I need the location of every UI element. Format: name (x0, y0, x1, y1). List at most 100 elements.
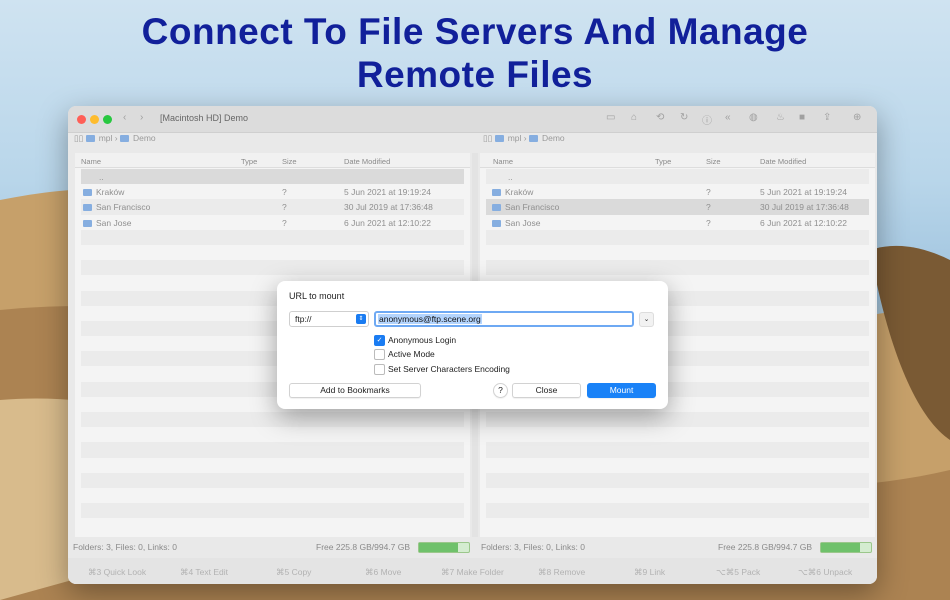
fn-move-button[interactable]: ⌘6 Move (365, 567, 401, 578)
empty-row (81, 472, 464, 488)
file-name: Kraków (505, 187, 534, 198)
fn-remove-button[interactable]: ⌘8 Remove (538, 567, 585, 578)
col-type[interactable]: Type (655, 157, 671, 166)
col-type[interactable]: Type (241, 157, 257, 166)
monitor-icon[interactable]: ▭ (606, 112, 615, 123)
flame-icon[interactable]: ♨ (776, 112, 785, 123)
minimize-window-button[interactable] (90, 115, 99, 124)
col-date[interactable]: Date Modified (344, 157, 390, 166)
folder-icon (492, 219, 501, 227)
path-segment[interactable]: mpl (508, 133, 522, 143)
fn-copy-button[interactable]: ⌘5 Copy (276, 567, 311, 578)
fn-pack-button[interactable]: ⌥⌘5 Pack (716, 567, 760, 578)
function-key-bar: ⌘3 Quick Look ⌘4 Text Edit ⌘5 Copy ⌘6 Mo… (68, 558, 877, 584)
active-mode-checkbox[interactable] (374, 349, 385, 360)
headline-line-1: Connect To File Servers And Manage (141, 11, 809, 52)
col-name[interactable]: Name (81, 157, 101, 166)
table-row[interactable]: Kraków? 5 Jun 2021 at 19:19:24 (81, 184, 464, 199)
close-window-button[interactable] (77, 115, 86, 124)
table-row[interactable]: San Jose? 6 Jun 2021 at 12:10:22 (486, 215, 869, 230)
home-icon[interactable]: ⌂ (631, 112, 637, 123)
folder-icon (83, 189, 92, 197)
history-dropdown-button[interactable]: ⌄ (639, 312, 654, 327)
empty-row (81, 503, 464, 519)
help-button[interactable]: ? (493, 383, 508, 398)
share-icon[interactable]: ⇪ (823, 112, 831, 123)
empty-row (486, 442, 869, 458)
back-double-icon[interactable]: « (725, 112, 731, 123)
fn-make-folder-button[interactable]: ⌘7 Make Folder (441, 567, 504, 578)
file-name: .. (99, 172, 104, 182)
folder-icon (492, 204, 501, 212)
file-date: 30 Jul 2019 at 17:36:48 (344, 202, 433, 213)
file-size: ? (282, 202, 287, 213)
path-segment[interactable]: Demo (133, 133, 156, 143)
table-row[interactable]: .. (81, 169, 464, 185)
add-to-bookmarks-button[interactable]: Add to Bookmarks (289, 383, 421, 398)
folder-icon (494, 135, 504, 142)
table-row[interactable]: San Jose? 6 Jun 2021 at 12:10:22 (81, 215, 464, 230)
path-segment[interactable]: Demo (542, 133, 565, 143)
mount-button[interactable]: Mount (587, 383, 656, 398)
empty-row (486, 245, 869, 260)
mount-url-dialog: URL to mount ftp:// ⇕ anonymous@ftp.scen… (277, 281, 668, 409)
protocol-select[interactable]: ftp:// ⇕ (289, 311, 369, 327)
file-size: ? (282, 187, 287, 198)
back-icon[interactable]: ‹ (123, 112, 126, 123)
folder-icon (83, 219, 92, 227)
file-name: San Francisco (96, 202, 151, 213)
refresh-icon[interactable]: ⟲ (656, 112, 664, 123)
empty-row (486, 472, 869, 488)
active-mode-label: Active Mode (388, 349, 435, 359)
folder-icon (528, 135, 538, 142)
info-icon[interactable]: ⓘ (702, 112, 712, 127)
table-row[interactable]: San Francisco? 30 Jul 2019 at 17:36:48 (486, 199, 869, 215)
file-date: 6 Jun 2021 at 12:10:22 (760, 217, 847, 228)
table-row[interactable]: Kraków? 5 Jun 2021 at 19:19:24 (486, 184, 869, 199)
disk-usage-fill (419, 543, 458, 552)
server-encoding-checkbox[interactable] (374, 364, 385, 375)
stop-icon[interactable]: ■ (799, 112, 805, 123)
file-size: ? (706, 187, 711, 198)
file-name: San Francisco (505, 202, 560, 213)
file-size: ? (706, 202, 711, 213)
folder-icon (85, 135, 95, 142)
download-icon[interactable]: ⊕ (853, 112, 861, 123)
col-date[interactable]: Date Modified (760, 157, 806, 166)
fn-text-edit-button[interactable]: ⌘4 Text Edit (180, 567, 228, 578)
empty-row (486, 518, 869, 533)
url-value: anonymous@ftp.scene.org (378, 314, 482, 324)
column-header: Name Type Size Date Modified (75, 153, 470, 168)
forward-icon[interactable]: › (140, 112, 143, 123)
fn-quick-look-button[interactable]: ⌘3 Quick Look (88, 567, 146, 578)
table-row[interactable]: San Francisco? 30 Jul 2019 at 17:36:48 (81, 199, 464, 215)
sidebar-toggle-icon[interactable]: ▯▯ (483, 133, 495, 143)
server-encoding-label: Set Server Characters Encoding (388, 364, 510, 374)
headline-line-2: Remote Files (356, 54, 594, 95)
zoom-window-button[interactable] (103, 115, 112, 124)
close-button[interactable]: Close (512, 383, 581, 398)
anonymous-login-checkbox[interactable]: ✓ (374, 335, 385, 346)
fn-unpack-button[interactable]: ⌥⌘6 Unpack (798, 567, 852, 578)
reload-icon[interactable]: ↻ (680, 112, 688, 123)
col-size[interactable]: Size (706, 157, 721, 166)
empty-row (486, 458, 869, 473)
empty-row (81, 229, 464, 245)
file-date: 5 Jun 2021 at 19:19:24 (760, 187, 847, 198)
path-segment[interactable]: mpl (99, 133, 113, 143)
empty-row (486, 503, 869, 519)
left-path-bar: ▯▯ mpl › Demo (74, 133, 156, 143)
url-input[interactable]: anonymous@ftp.scene.org (374, 311, 634, 327)
sidebar-toggle-icon[interactable]: ▯▯ (74, 133, 86, 143)
fn-link-button[interactable]: ⌘9 Link (634, 567, 665, 578)
col-name[interactable]: Name (493, 157, 513, 166)
table-row[interactable]: .. (486, 169, 869, 185)
empty-row (486, 260, 869, 276)
empty-row (486, 229, 869, 245)
globe-icon[interactable]: ◍ (749, 112, 758, 123)
empty-row (486, 427, 869, 442)
empty-row (81, 488, 464, 503)
empty-row (81, 412, 464, 428)
col-size[interactable]: Size (282, 157, 297, 166)
file-name: .. (508, 172, 513, 182)
